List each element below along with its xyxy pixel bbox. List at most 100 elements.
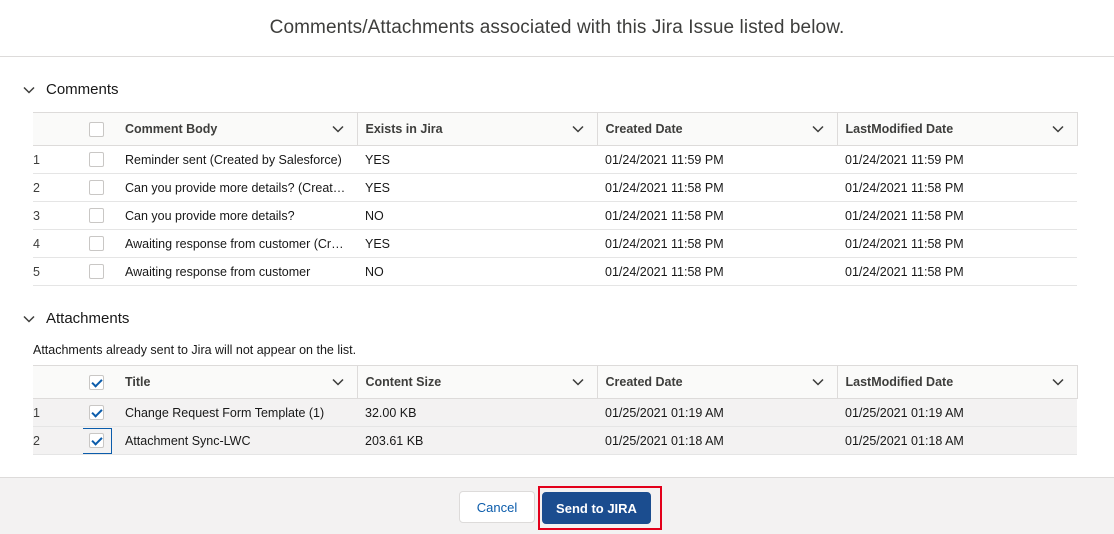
row-checkbox[interactable] bbox=[89, 264, 104, 280]
attachments-section-toggle[interactable]: Attachments bbox=[22, 310, 129, 327]
column-label: Comment Body bbox=[125, 122, 218, 136]
comment-body-cell: Awaiting response from customer bbox=[117, 257, 357, 286]
lastmodified-date-cell: 01/24/2021 11:58 PM bbox=[837, 257, 1077, 286]
column-label: Content Size bbox=[365, 375, 442, 389]
column-label: LastModified Date bbox=[845, 375, 954, 389]
exists-in-jira-cell: YES bbox=[357, 173, 597, 202]
created-date-cell: 01/24/2021 11:59 PM bbox=[597, 145, 837, 174]
comments-table: Comment Body Exists in Jira Created Date… bbox=[33, 112, 1078, 286]
attachments-section-label: Attachments bbox=[46, 310, 130, 327]
comment-body-cell: Awaiting response from customer (Created… bbox=[117, 229, 357, 258]
chevron-down-icon[interactable] bbox=[1051, 375, 1065, 389]
created-date-cell: 01/24/2021 11:58 PM bbox=[597, 229, 837, 258]
row-number-header bbox=[33, 365, 83, 399]
table-row: 1 Reminder sent (Created by Salesforce) … bbox=[33, 145, 1077, 174]
table-row: 2 Attachment Sync-LWC 203.61 KB 01/25/20… bbox=[33, 426, 1077, 455]
column-label: Title bbox=[125, 375, 151, 389]
table-row: 4 Awaiting response from customer (Creat… bbox=[33, 229, 1077, 258]
row-number: 1 bbox=[33, 145, 83, 174]
comment-body-cell: Reminder sent (Created by Salesforce) bbox=[117, 145, 357, 174]
chevron-down-icon[interactable] bbox=[331, 375, 345, 389]
cancel-button[interactable]: Cancel bbox=[459, 491, 535, 523]
table-row: 2 Can you provide more details? (Created… bbox=[33, 173, 1077, 202]
created-date-cell: 01/24/2021 11:58 PM bbox=[597, 257, 837, 286]
chevron-down-icon[interactable] bbox=[331, 122, 345, 136]
row-checkbox[interactable] bbox=[89, 180, 104, 196]
chevron-down-icon[interactable] bbox=[1051, 122, 1065, 136]
content-size-cell: 203.61 KB bbox=[357, 426, 597, 455]
select-all-cell bbox=[83, 112, 117, 146]
column-header-content-size[interactable]: Content Size bbox=[357, 365, 598, 399]
column-header-comment-body[interactable]: Comment Body bbox=[117, 112, 358, 146]
created-date-cell: 01/24/2021 11:58 PM bbox=[597, 173, 837, 202]
row-number: 4 bbox=[33, 229, 83, 258]
comment-body-cell: Can you provide more details? bbox=[117, 201, 357, 230]
row-select-cell bbox=[83, 201, 117, 230]
comments-header-row: Comment Body Exists in Jira Created Date… bbox=[33, 112, 1078, 146]
comment-body-cell: Can you provide more details? (Created b… bbox=[117, 173, 357, 202]
row-select-cell bbox=[83, 426, 117, 455]
row-checkbox-focus bbox=[83, 427, 112, 454]
row-number: 3 bbox=[33, 201, 83, 230]
chevron-down-icon[interactable] bbox=[811, 122, 825, 136]
created-date-cell: 01/24/2021 11:58 PM bbox=[597, 201, 837, 230]
lastmodified-date-cell: 01/24/2021 11:58 PM bbox=[837, 173, 1077, 202]
attachments-table: Title Content Size Created Date LastModi… bbox=[33, 365, 1078, 455]
exists-in-jira-cell: NO bbox=[357, 201, 597, 230]
row-select-cell bbox=[83, 173, 117, 202]
comments-section-toggle[interactable]: Comments bbox=[22, 81, 119, 98]
chevron-down-icon[interactable] bbox=[811, 375, 825, 389]
attachments-header-row: Title Content Size Created Date LastModi… bbox=[33, 365, 1078, 399]
created-date-cell: 01/25/2021 01:19 AM bbox=[597, 398, 837, 427]
chevron-down-icon[interactable] bbox=[571, 122, 585, 136]
lastmodified-date-cell: 01/24/2021 11:58 PM bbox=[837, 229, 1077, 258]
exists-in-jira-cell: YES bbox=[357, 145, 597, 174]
row-number: 2 bbox=[33, 426, 83, 455]
table-row: 3 Can you provide more details? NO 01/24… bbox=[33, 201, 1077, 230]
comments-section-label: Comments bbox=[46, 81, 119, 98]
row-number-header bbox=[33, 112, 83, 146]
exists-in-jira-cell: YES bbox=[357, 229, 597, 258]
row-select-cell bbox=[83, 145, 117, 174]
column-header-created-date[interactable]: Created Date bbox=[597, 112, 838, 146]
row-checkbox[interactable] bbox=[89, 405, 104, 421]
chevron-down-icon bbox=[23, 86, 35, 94]
row-checkbox[interactable] bbox=[89, 433, 104, 448]
row-number: 2 bbox=[33, 173, 83, 202]
row-checkbox[interactable] bbox=[89, 152, 104, 168]
chevron-down-icon bbox=[23, 315, 35, 323]
select-all-checkbox[interactable] bbox=[89, 121, 104, 137]
column-label: Created Date bbox=[605, 375, 683, 389]
column-label: Created Date bbox=[605, 122, 683, 136]
modal-header: Comments/Attachments associated with thi… bbox=[0, 0, 1114, 57]
row-checkbox[interactable] bbox=[89, 208, 104, 224]
select-all-checkbox[interactable] bbox=[89, 374, 104, 390]
column-label: Exists in Jira bbox=[365, 122, 443, 136]
row-select-cell bbox=[83, 229, 117, 258]
attachments-hint: Attachments already sent to Jira will no… bbox=[33, 343, 357, 357]
content-size-cell: 32.00 KB bbox=[357, 398, 597, 427]
table-row: 5 Awaiting response from customer NO 01/… bbox=[33, 257, 1077, 286]
column-header-lastmodified-date[interactable]: LastModified Date bbox=[837, 112, 1078, 146]
lastmodified-date-cell: 01/24/2021 11:59 PM bbox=[837, 145, 1077, 174]
lastmodified-date-cell: 01/25/2021 01:18 AM bbox=[837, 426, 1077, 455]
chevron-down-icon[interactable] bbox=[571, 375, 585, 389]
exists-in-jira-cell: NO bbox=[357, 257, 597, 286]
row-select-cell bbox=[83, 257, 117, 286]
select-all-cell bbox=[83, 365, 117, 399]
lastmodified-date-cell: 01/24/2021 11:58 PM bbox=[837, 201, 1077, 230]
column-header-lastmodified-date[interactable]: LastModified Date bbox=[837, 365, 1078, 399]
highlight-annotation bbox=[538, 486, 662, 530]
title-cell: Change Request Form Template (1) bbox=[117, 398, 357, 427]
column-header-title[interactable]: Title bbox=[117, 365, 358, 399]
row-checkbox[interactable] bbox=[89, 236, 104, 252]
row-select-cell bbox=[83, 398, 117, 427]
column-header-created-date[interactable]: Created Date bbox=[597, 365, 838, 399]
table-row: 1 Change Request Form Template (1) 32.00… bbox=[33, 398, 1077, 427]
title-cell: Attachment Sync-LWC bbox=[117, 426, 357, 455]
modal-title: Comments/Attachments associated with thi… bbox=[269, 17, 845, 38]
column-label: LastModified Date bbox=[845, 122, 954, 136]
row-number: 5 bbox=[33, 257, 83, 286]
row-number: 1 bbox=[33, 398, 83, 427]
column-header-exists-in-jira[interactable]: Exists in Jira bbox=[357, 112, 598, 146]
